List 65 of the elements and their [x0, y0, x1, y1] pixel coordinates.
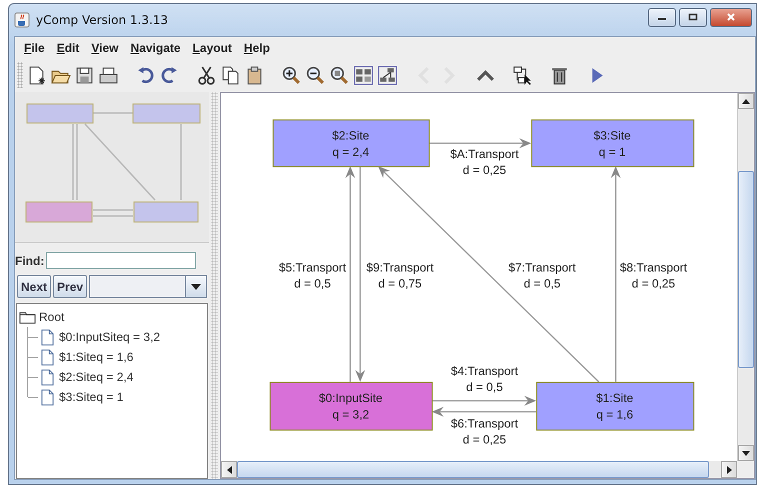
document-icon — [41, 368, 54, 386]
graph-node[interactable]: $2:Site q = 2,4 — [272, 119, 430, 168]
menu-item[interactable]: File — [18, 40, 51, 54]
maximize-button[interactable] — [679, 8, 707, 26]
edge-label: $4:Transport d = 0,5 — [450, 364, 518, 394]
edge-arrow[interactable] — [432, 406, 536, 417]
menu-item[interactable]: Navigate — [124, 40, 187, 54]
document-icon — [41, 348, 54, 366]
find-field[interactable] — [46, 252, 196, 269]
save-icon[interactable] — [74, 64, 95, 86]
edge-arrow[interactable] — [432, 396, 536, 406]
cut-icon[interactable] — [196, 64, 217, 86]
next-button[interactable]: Next — [17, 275, 52, 298]
print-icon[interactable] — [98, 64, 119, 86]
edge-arrow[interactable] — [610, 166, 621, 382]
copy-icon[interactable] — [220, 64, 241, 86]
window-title: yComp Version 1.3.13 — [36, 13, 168, 27]
zoom-fit-icon[interactable] — [329, 64, 350, 86]
edge-label: $9:Transport d = 0,75 — [366, 260, 434, 290]
menu-item[interactable]: Edit — [50, 40, 86, 54]
layout-grid-icon[interactable] — [353, 64, 374, 86]
scroll-right-icon — [726, 466, 732, 474]
dropdown[interactable] — [89, 275, 207, 298]
document-icon — [41, 388, 54, 406]
scroll-up-icon — [742, 98, 750, 104]
graph-node[interactable]: $1:Site q = 1,6 — [536, 382, 694, 431]
folder-icon — [19, 310, 36, 324]
menu-item[interactable]: View — [85, 40, 125, 54]
redo-icon[interactable] — [159, 64, 180, 86]
prev-button[interactable]: Prev — [53, 275, 88, 298]
tree-item[interactable]: Root — [39, 310, 64, 324]
graph-node[interactable]: $0:InputSite q = 3,2 — [270, 382, 433, 431]
document-icon — [41, 328, 54, 346]
edge-label: $A:Transport d = 0,25 — [450, 147, 519, 178]
graph-canvas[interactable] — [221, 93, 737, 461]
scroll-down-icon — [742, 450, 750, 456]
java-cup-icon — [14, 12, 30, 28]
edge-label: $8:Transport d = 0,25 — [620, 260, 688, 290]
hierarchy-icon[interactable] — [512, 64, 533, 86]
close-icon — [726, 13, 736, 21]
vertical-scrollbar[interactable] — [737, 93, 754, 461]
graph-node[interactable]: $3:Site q = 1 — [531, 119, 694, 168]
undo-icon[interactable] — [135, 64, 156, 86]
caret-icon — [191, 284, 201, 290]
edge-arrow[interactable] — [355, 166, 366, 382]
minimize-button[interactable] — [648, 8, 676, 26]
tree-item[interactable]: $1:Siteq = 1,6 — [59, 350, 134, 364]
edge-label: $6:Transport d = 0,25 — [450, 416, 518, 447]
zoom-in-icon[interactable] — [281, 64, 302, 86]
zoom-out-icon[interactable] — [305, 64, 326, 86]
close-button[interactable] — [710, 8, 752, 26]
edge-label: $7:Transport d = 0,5 — [508, 260, 576, 290]
edge-label: $5:Transport d = 0,5 — [278, 260, 346, 290]
maximize-icon — [688, 13, 698, 21]
layout-tree-icon[interactable] — [377, 64, 398, 86]
edge-arrow[interactable] — [428, 138, 532, 148]
horizontal-scrollbar[interactable] — [221, 461, 737, 478]
menu-item[interactable]: Layout — [186, 40, 238, 54]
scroll-left-icon — [226, 466, 232, 474]
find-label: Find: — [15, 254, 44, 268]
edge-arrow[interactable] — [345, 166, 356, 382]
tree-item[interactable]: $2:Siteq = 2,4 — [59, 370, 134, 384]
tree-item[interactable]: $0:InputSiteq = 3,2 — [59, 330, 160, 344]
tree-item[interactable]: $3:Siteq = 1 — [59, 390, 124, 404]
menu-item[interactable]: Help — [238, 40, 276, 54]
